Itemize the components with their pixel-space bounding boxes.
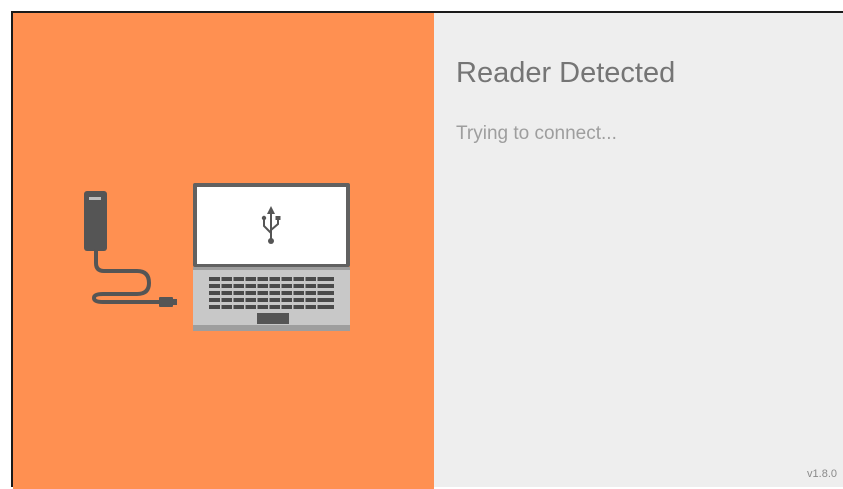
version-label: v1.8.0	[807, 468, 837, 480]
laptop-touchpad	[257, 313, 289, 324]
laptop-hinge	[193, 267, 350, 270]
status-panel: Reader Detected Trying to connect... v1.…	[434, 13, 843, 487]
connection-illustration	[13, 13, 434, 489]
illustration-panel	[13, 13, 434, 489]
laptop-base-edge	[193, 325, 350, 331]
app-window: Reader Detected Trying to connect... v1.…	[11, 11, 843, 489]
page-title: Reader Detected	[456, 57, 676, 89]
reader-slot	[89, 197, 101, 200]
laptop-icon	[193, 183, 350, 331]
usb-plug-tip	[172, 299, 177, 305]
usb-plug	[159, 297, 173, 307]
connection-status-text: Trying to connect...	[456, 123, 617, 144]
